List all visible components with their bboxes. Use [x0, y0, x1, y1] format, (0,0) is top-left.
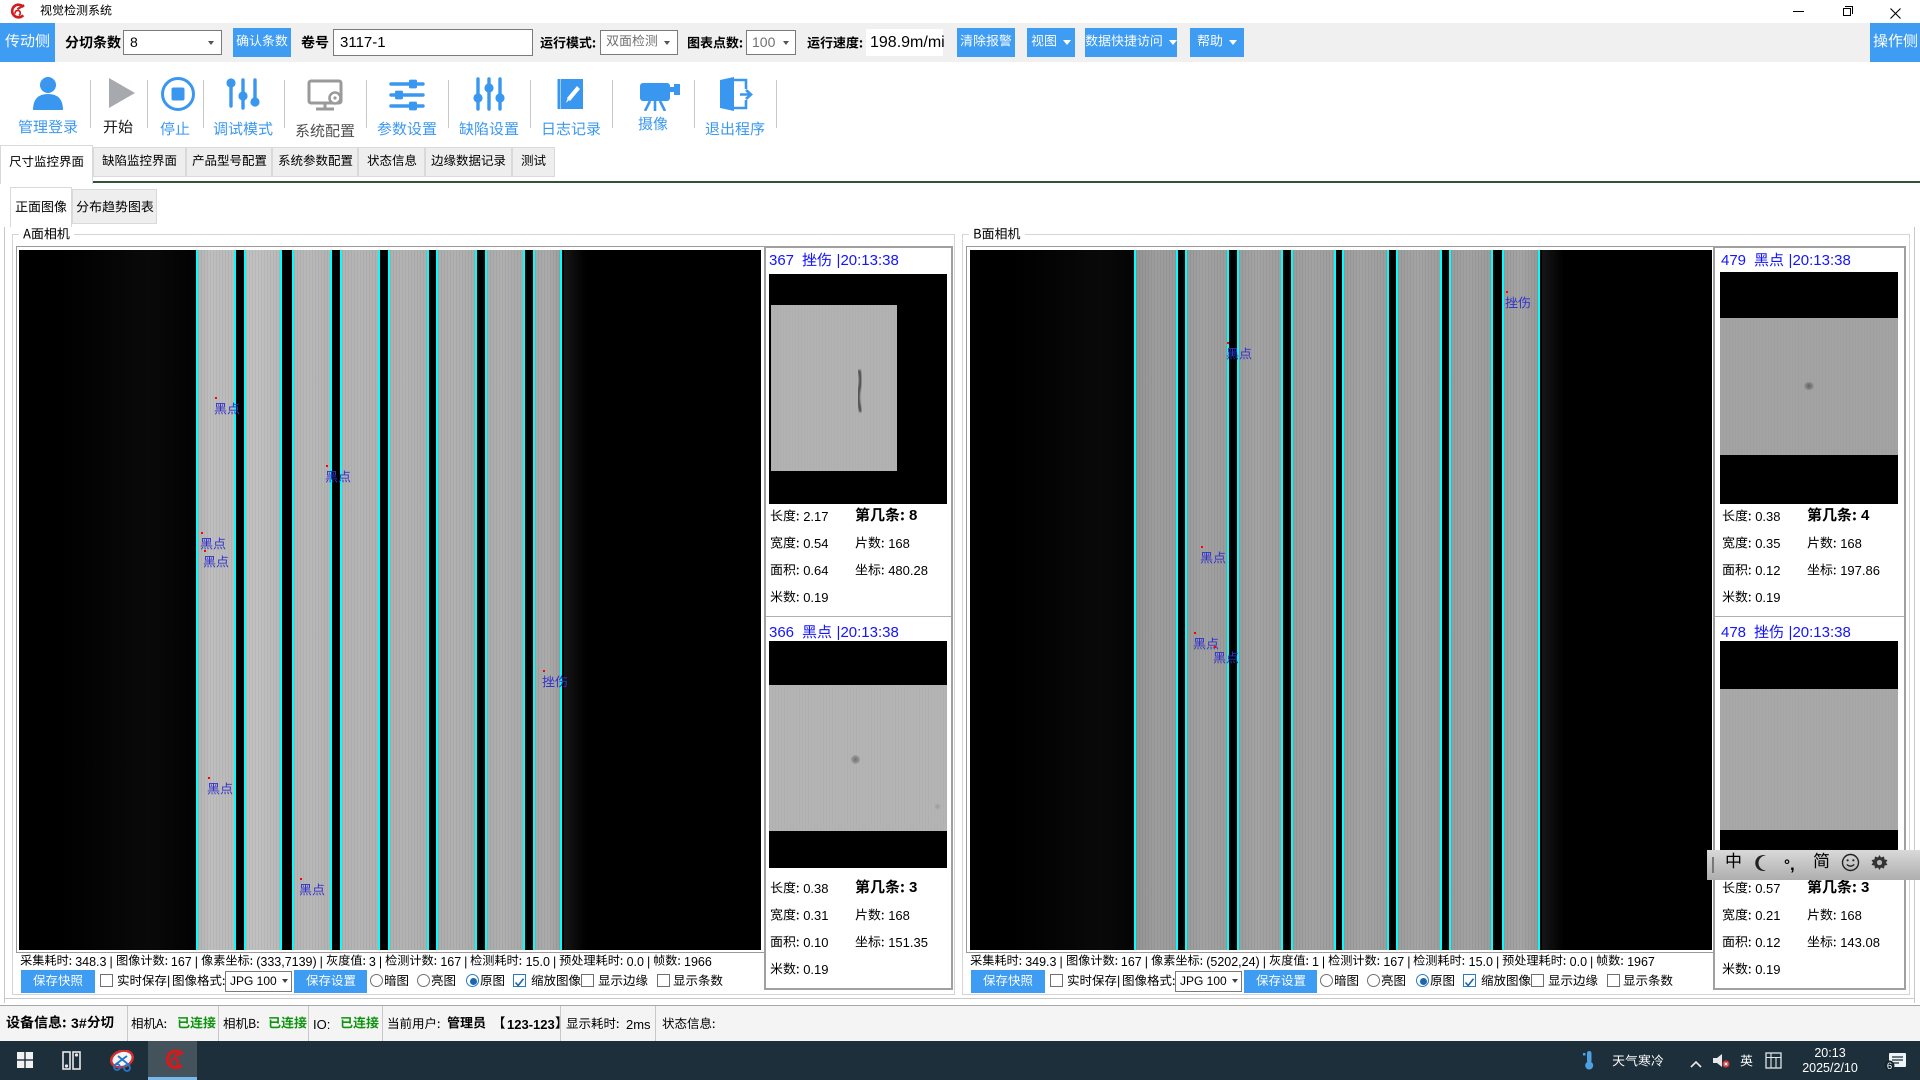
svg-text:6: 6 [1887, 1061, 1892, 1071]
